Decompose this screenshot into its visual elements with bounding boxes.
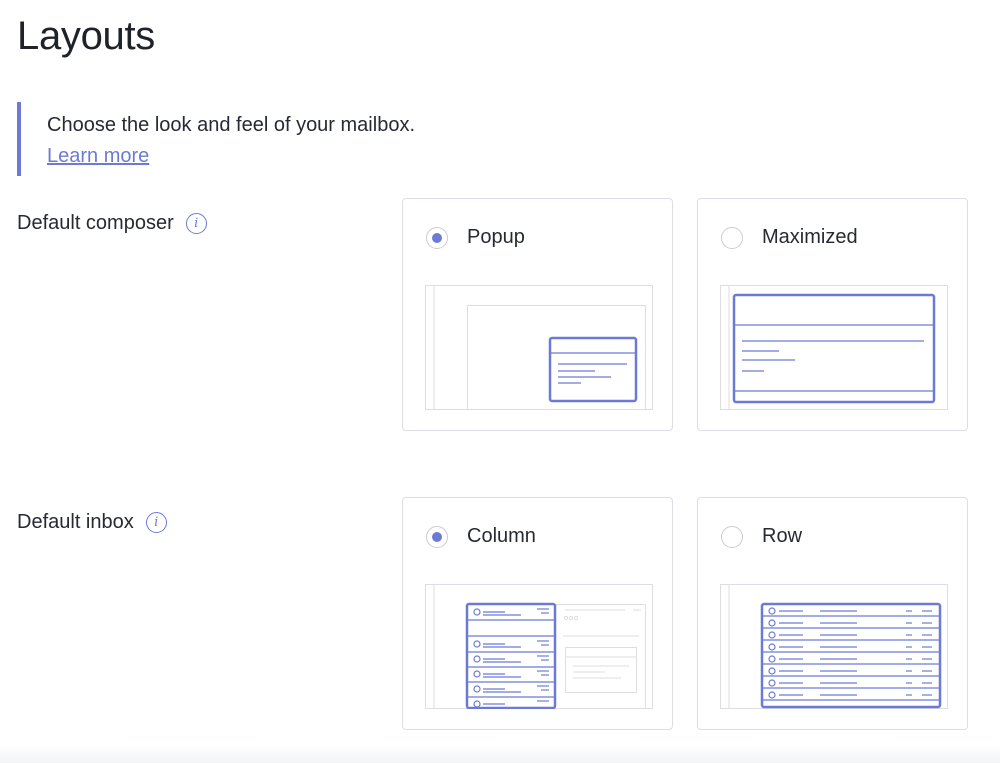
page-title: Layouts [17, 14, 155, 58]
popup-preview-illustration [425, 285, 653, 410]
row-preview-illustration [720, 584, 948, 709]
option-label-column: Column [467, 525, 536, 547]
layouts-settings-page: Layouts Choose the look and feel of your… [0, 0, 1000, 763]
info-description: Choose the look and feel of your mailbox… [47, 114, 415, 136]
option-label-row: Row [762, 525, 803, 547]
default-composer-label: Default composer [17, 212, 174, 234]
radio-column[interactable] [426, 526, 448, 548]
default-inbox-label: Default inbox [17, 511, 134, 533]
info-icon[interactable]: i [185, 213, 207, 234]
composer-option-popup[interactable]: Popup [402, 198, 673, 431]
inbox-option-row[interactable]: Row [697, 497, 968, 730]
inbox-option-column[interactable]: Column [402, 497, 673, 730]
option-label-popup: Popup [467, 226, 525, 248]
radio-maximized[interactable] [721, 227, 743, 249]
radio-popup[interactable] [426, 227, 448, 249]
default-inbox-row: Default inbox i [17, 511, 167, 534]
composer-option-maximized[interactable]: Maximized [697, 198, 968, 431]
info-callout: Choose the look and feel of your mailbox… [17, 102, 621, 176]
bottom-fade [0, 745, 1000, 763]
option-label-maximized: Maximized [762, 226, 858, 248]
column-preview-illustration [425, 584, 653, 709]
learn-more-link[interactable]: Learn more [47, 145, 149, 168]
maximized-preview-illustration [720, 285, 948, 410]
info-icon[interactable]: i [145, 512, 167, 533]
radio-row[interactable] [721, 526, 743, 548]
default-composer-row: Default composer i [17, 212, 207, 235]
